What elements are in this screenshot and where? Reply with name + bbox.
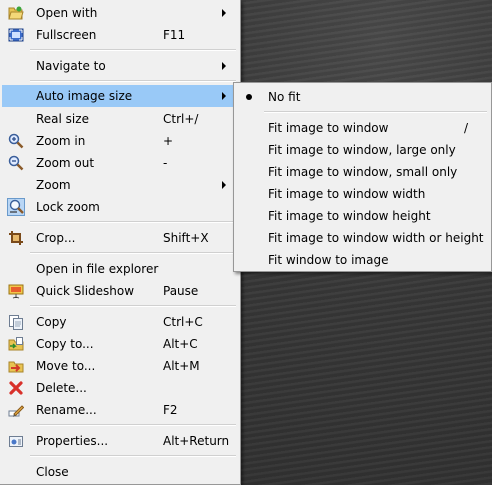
menu-item-lock-zoom[interactable]: Lock zoom: [2, 196, 238, 218]
auto-image-size-submenu: No fit Fit image to window / Fit image t…: [233, 82, 492, 272]
menu-item-auto-image-size[interactable]: Auto image size: [2, 85, 238, 107]
menu-separator: [30, 221, 236, 223]
menu-item-label: Copy to...: [36, 337, 94, 351]
menu-item-label: No fit: [268, 90, 301, 104]
menu-item-label: Fit image to window width: [268, 187, 426, 201]
shortcut-label: /: [464, 121, 469, 135]
submenu-item-fit-height[interactable]: Fit image to window height: [236, 205, 489, 227]
delete-icon: [8, 380, 24, 396]
menu-item-label: Rename...: [36, 403, 97, 417]
menu-item-delete[interactable]: Delete...: [2, 377, 238, 399]
menu-item-label: Quick Slideshow: [36, 284, 135, 298]
menu-item-crop[interactable]: Crop... Shift+X: [2, 227, 238, 249]
move-to-icon: [8, 358, 24, 374]
shortcut-label: +: [163, 134, 174, 148]
menu-item-copy-to[interactable]: Copy to... Alt+C: [2, 333, 238, 355]
menu-separator: [30, 455, 236, 457]
menu-item-label: Fit window to image: [268, 253, 389, 267]
menu-item-label: Auto image size: [36, 89, 133, 103]
menu-item-label: Fit image to window: [268, 121, 389, 135]
menu-item-label: Real size: [36, 112, 89, 126]
menu-item-label: Open in file explorer: [36, 262, 159, 276]
folder-open-icon: [8, 5, 24, 21]
shortcut-label: F11: [163, 28, 186, 42]
submenu-arrow-icon: [222, 181, 226, 189]
context-menu: Open with Fullscreen F11 Navigate to Aut…: [0, 0, 241, 485]
menu-item-label: Open with: [36, 6, 98, 20]
menu-item-label: Delete...: [36, 381, 87, 395]
menu-item-label: Fullscreen: [36, 28, 97, 42]
menu-item-zoom[interactable]: Zoom: [2, 174, 238, 196]
menu-item-label: Fit image to window, large only: [268, 143, 456, 157]
menu-item-label: Properties...: [36, 434, 109, 448]
menu-item-zoom-out[interactable]: Zoom out -: [2, 152, 238, 174]
submenu-arrow-icon: [222, 62, 226, 70]
copy-to-icon: [8, 336, 24, 352]
menu-item-quick-slideshow[interactable]: Quick Slideshow Pause: [2, 280, 238, 302]
shortcut-label: Shift+X: [163, 231, 209, 245]
menu-item-label: Fit image to window, small only: [268, 165, 458, 179]
menu-item-properties[interactable]: Properties... Alt+Return: [2, 430, 238, 452]
shortcut-label: Ctrl+C: [163, 315, 203, 329]
menu-separator: [30, 305, 236, 307]
submenu-item-fit-width[interactable]: Fit image to window width: [236, 183, 489, 205]
menu-item-open-in-file-explorer[interactable]: Open in file explorer: [2, 258, 238, 280]
fullscreen-icon: [8, 27, 24, 43]
shortcut-label: Pause: [163, 284, 199, 298]
crop-icon: [8, 230, 24, 246]
selected-bullet-icon: [246, 94, 252, 100]
zoom-out-icon: [8, 155, 24, 171]
copy-icon: [8, 314, 24, 330]
submenu-item-fit-window-large-only[interactable]: Fit image to window, large only: [236, 139, 489, 161]
menu-item-open-with[interactable]: Open with: [2, 2, 238, 24]
menu-item-label: Zoom: [36, 178, 71, 192]
submenu-arrow-icon: [222, 9, 226, 17]
menu-item-label: Zoom in: [36, 134, 86, 148]
menu-separator: [30, 80, 236, 82]
menu-item-fullscreen[interactable]: Fullscreen F11: [2, 24, 238, 46]
submenu-item-fit-image-to-window[interactable]: Fit image to window /: [236, 117, 489, 139]
menu-item-label: Move to...: [36, 359, 96, 373]
zoom-in-icon: [8, 133, 24, 149]
menu-separator: [30, 252, 236, 254]
menu-item-label: Zoom out: [36, 156, 95, 170]
menu-item-label: Navigate to: [36, 59, 106, 73]
shortcut-label: Ctrl+/: [163, 112, 199, 126]
shortcut-label: -: [163, 156, 168, 170]
menu-separator: [30, 49, 236, 51]
shortcut-label: Alt+M: [163, 359, 200, 373]
submenu-arrow-icon: [222, 92, 226, 100]
menu-item-real-size[interactable]: Real size Ctrl+/: [2, 108, 238, 130]
menu-item-copy[interactable]: Copy Ctrl+C: [2, 311, 238, 333]
submenu-item-fit-window-small-only[interactable]: Fit image to window, small only: [236, 161, 489, 183]
menu-separator: [30, 424, 236, 426]
menu-item-zoom-in[interactable]: Zoom in +: [2, 130, 238, 152]
submenu-item-fit-width-or-height[interactable]: Fit image to window width or height: [236, 227, 489, 249]
menu-separator: [264, 111, 487, 113]
shortcut-label: Alt+Return: [163, 434, 230, 448]
shortcut-label: Alt+C: [163, 337, 198, 351]
menu-item-move-to[interactable]: Move to... Alt+M: [2, 355, 238, 377]
submenu-item-no-fit[interactable]: No fit: [236, 86, 489, 108]
menu-item-label: Close: [36, 465, 69, 479]
menu-item-close[interactable]: Close: [2, 461, 238, 483]
submenu-item-fit-window-to-image[interactable]: Fit window to image: [236, 249, 489, 271]
slideshow-icon: [8, 283, 24, 299]
menu-item-navigate-to[interactable]: Navigate to: [2, 55, 238, 77]
menu-item-label: Copy: [36, 315, 67, 329]
menu-item-label: Crop...: [36, 231, 76, 245]
rename-icon: [8, 402, 25, 418]
menu-item-label: Fit image to window height: [268, 209, 431, 223]
properties-icon: [8, 433, 24, 449]
shortcut-label: F2: [163, 403, 178, 417]
menu-item-label: Fit image to window width or height: [268, 231, 484, 245]
menu-item-rename[interactable]: Rename... F2: [2, 399, 238, 421]
menu-item-label: Lock zoom: [36, 200, 100, 214]
lock-zoom-icon: [7, 198, 25, 216]
